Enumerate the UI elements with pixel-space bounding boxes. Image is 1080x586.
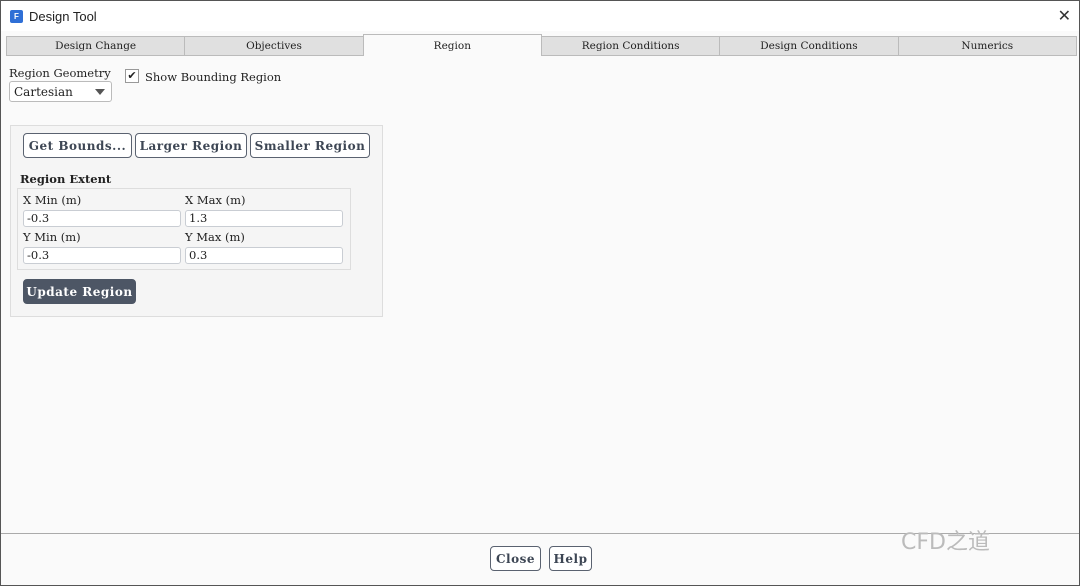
region-geometry-select[interactable]: Cartesian bbox=[9, 81, 112, 102]
app-icon: F bbox=[10, 9, 23, 23]
region-geometry-label: Region Geometry bbox=[9, 66, 111, 80]
get-bounds-button[interactable]: Get Bounds... bbox=[23, 133, 132, 158]
y-min-label: Y Min (m) bbox=[23, 230, 81, 244]
tab-region-conditions[interactable]: Region Conditions bbox=[540, 36, 721, 56]
window-title: Design Tool bbox=[29, 8, 97, 24]
tab-objectives[interactable]: Objectives bbox=[184, 36, 364, 56]
region-extent-title: Region Extent bbox=[20, 172, 112, 186]
tab-bar: Design Change Objectives Region Region C… bbox=[6, 34, 1077, 56]
tab-numerics[interactable]: Numerics bbox=[897, 36, 1077, 56]
show-bounding-label: Show Bounding Region bbox=[145, 70, 282, 84]
x-max-label: X Max (m) bbox=[185, 193, 246, 207]
tab-design-change[interactable]: Design Change bbox=[6, 36, 186, 56]
tab-design-conditions[interactable]: Design Conditions bbox=[719, 36, 899, 56]
larger-region-button[interactable]: Larger Region bbox=[135, 133, 247, 158]
y-min-input[interactable]: -0.3 bbox=[23, 247, 181, 264]
y-max-input[interactable]: 0.3 bbox=[185, 247, 343, 264]
x-min-label: X Min (m) bbox=[23, 193, 82, 207]
close-button[interactable]: Close bbox=[490, 546, 541, 571]
chevron-down-icon bbox=[95, 89, 105, 95]
close-icon[interactable]: ✕ bbox=[1058, 6, 1071, 25]
tab-region[interactable]: Region bbox=[362, 34, 542, 55]
watermark: CFD之道 bbox=[901, 530, 990, 555]
y-max-label: Y Max (m) bbox=[185, 230, 245, 244]
smaller-region-button[interactable]: Smaller Region bbox=[250, 133, 370, 158]
help-button[interactable]: Help bbox=[549, 546, 592, 571]
x-min-input[interactable]: -0.3 bbox=[23, 210, 181, 227]
title-bar: F Design Tool ✕ bbox=[1, 1, 1079, 31]
x-max-input[interactable]: 1.3 bbox=[185, 210, 343, 227]
show-bounding-checkbox[interactable]: ✔ bbox=[125, 69, 139, 83]
update-region-button[interactable]: Update Region bbox=[23, 279, 136, 304]
region-geometry-value: Cartesian bbox=[14, 85, 73, 99]
